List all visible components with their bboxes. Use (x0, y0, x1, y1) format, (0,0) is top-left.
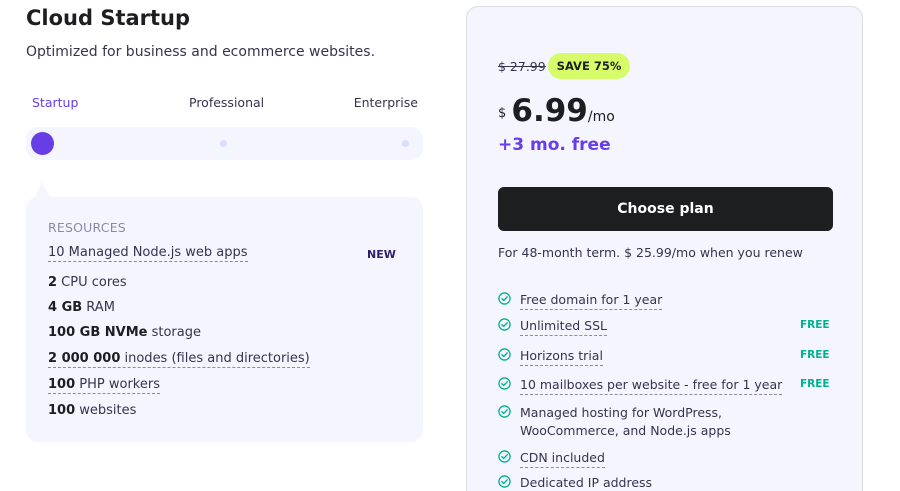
resource-node-apps[interactable]: 10 Managed Node.js web apps (48, 245, 248, 262)
tier-enterprise[interactable]: Enterprise (354, 95, 418, 110)
resource-inodes[interactable]: 2 000 000 inodes (files and directories) (48, 351, 310, 368)
resource-cpu: 2 CPU cores (48, 275, 127, 290)
feature-text[interactable]: CDN included (520, 449, 605, 468)
free-months: +3 mo. free (498, 135, 611, 155)
resource-php-workers[interactable]: 100 PHP workers (48, 377, 160, 394)
term-note: For 48-month term. $ 25.99/mo when you r… (498, 245, 803, 260)
feature-text: Managed hosting for WordPress, WooCommer… (520, 405, 731, 438)
resource-label: websites (75, 403, 137, 418)
pricing-card: $ 27.99 SAVE 75% $ 6.99/mo +3 mo. free C… (466, 6, 863, 491)
plan-subtitle: Optimized for business and ecommerce web… (26, 44, 376, 60)
tier-professional[interactable]: Professional (189, 95, 264, 110)
feature-text[interactable]: Horizons trial (520, 347, 603, 366)
price: $ 6.99/mo (498, 93, 615, 129)
resource-value: 2 (48, 275, 58, 290)
resource-value: 100 GB NVMe (48, 325, 148, 340)
feature-text[interactable]: Free domain for 1 year (520, 291, 663, 310)
price-period: /mo (587, 109, 615, 125)
feature-text[interactable]: Unlimited SSL (520, 317, 607, 336)
old-price: $ 27.99 (498, 59, 546, 74)
price-currency: $ (498, 106, 507, 121)
slider-stop-professional[interactable] (220, 140, 227, 147)
save-badge: SAVE 75% (548, 53, 630, 79)
tier-startup[interactable]: Startup (32, 95, 78, 110)
check-circle-icon (498, 292, 511, 305)
feature-text[interactable]: 10 mailboxes per website - free for 1 ye… (520, 376, 783, 395)
check-circle-icon (498, 450, 511, 463)
resources-heading: RESOURCES (48, 220, 126, 235)
check-circle-icon (498, 475, 511, 488)
check-circle-icon (498, 405, 511, 418)
slider-handle[interactable] (31, 132, 54, 155)
check-circle-icon (498, 348, 511, 361)
resource-websites: 100 websites (48, 403, 136, 418)
resources-pointer (34, 182, 50, 198)
free-badge: FREE (800, 378, 830, 390)
resource-label: inodes (files and directories) (120, 351, 310, 366)
new-badge: NEW (367, 248, 396, 261)
resource-storage: 100 GB NVMe storage (48, 325, 201, 340)
check-circle-icon (498, 377, 511, 390)
resources-card: RESOURCES 10 Managed Node.js web apps NE… (26, 197, 423, 442)
choose-plan-button[interactable]: Choose plan (498, 187, 833, 231)
feature-text[interactable]: Dedicated IP address (520, 474, 652, 491)
resource-label: RAM (82, 300, 115, 315)
free-badge: FREE (800, 349, 830, 361)
slider-stop-enterprise[interactable] (402, 140, 409, 147)
plan-title: Cloud Startup (26, 6, 191, 30)
price-amount: 6.99 (511, 93, 588, 129)
resource-value: 2 000 000 (48, 351, 121, 366)
resource-label: storage (147, 325, 201, 340)
free-badge: FREE (800, 319, 830, 331)
check-circle-icon (498, 318, 511, 331)
tier-slider[interactable] (26, 127, 423, 160)
resource-label: CPU cores (57, 275, 127, 290)
resource-label: Managed Node.js web apps (64, 245, 248, 260)
resource-value: 4 GB (48, 300, 83, 315)
resource-ram: 4 GB RAM (48, 300, 115, 315)
resource-value: 100 (48, 377, 76, 392)
resource-value: 10 (48, 245, 65, 260)
resource-label: PHP workers (75, 377, 160, 392)
resource-value: 100 (48, 403, 76, 418)
